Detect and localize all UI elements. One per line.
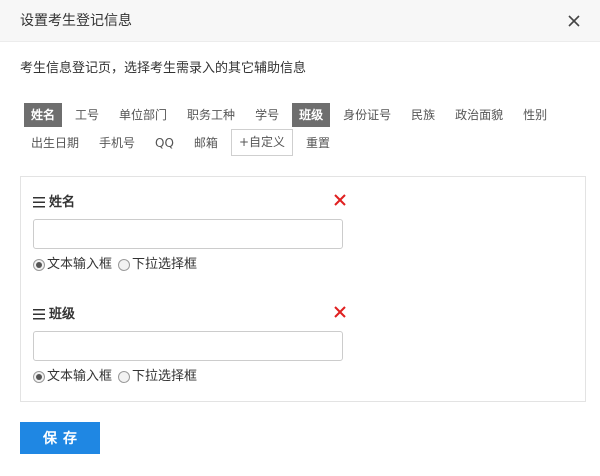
reset-tags-button[interactable]: 重置 xyxy=(299,131,337,155)
radio-checked-icon xyxy=(33,259,45,271)
tag-qq[interactable]: QQ xyxy=(148,131,181,155)
field-preview-input[interactable] xyxy=(33,331,343,361)
remove-icon xyxy=(334,194,346,206)
tag-name[interactable]: 姓名 xyxy=(24,103,63,127)
dialog-header: 设置考生登记信息 xyxy=(0,0,600,42)
field-header: 姓名 xyxy=(33,191,353,215)
save-button[interactable]: 保存 xyxy=(20,422,100,454)
radio-dropdown-select[interactable]: 下拉选择框 xyxy=(118,367,197,387)
tag-department[interactable]: 单位部门 xyxy=(112,103,174,127)
drag-handle-icon[interactable] xyxy=(33,309,45,320)
radio-label: 文本输入框 xyxy=(47,369,113,384)
add-custom-tag-button[interactable]: +自定义 xyxy=(230,129,293,156)
field-item: 姓名 文本输入框 下拉选择框 xyxy=(33,191,353,272)
tag-gender[interactable]: 性别 xyxy=(516,103,554,127)
field-tag-row-2: 出生日期 手机号 QQ 邮箱 +自定义 重置 xyxy=(24,129,343,156)
radio-text-input[interactable]: 文本输入框 xyxy=(33,255,112,275)
tag-ethnicity[interactable]: 民族 xyxy=(404,103,442,127)
tag-employee-id[interactable]: 工号 xyxy=(68,103,106,127)
input-type-options: 文本输入框 下拉选择框 xyxy=(33,255,203,275)
close-button[interactable] xyxy=(562,9,586,33)
field-header: 班级 xyxy=(33,303,353,327)
tag-student-id[interactable]: 学号 xyxy=(248,103,286,127)
tag-email[interactable]: 邮箱 xyxy=(187,131,225,155)
tag-id-number[interactable]: 身份证号 xyxy=(336,103,398,127)
drag-handle-icon[interactable] xyxy=(33,197,45,208)
tag-birth-date[interactable]: 出生日期 xyxy=(24,131,86,155)
radio-unchecked-icon xyxy=(118,259,131,271)
radio-dropdown-select[interactable]: 下拉选择框 xyxy=(118,255,197,275)
page-description: 考生信息登记页，选择考生需录入的其它辅助信息 xyxy=(20,61,307,76)
radio-label: 下拉选择框 xyxy=(132,369,198,384)
radio-text-input[interactable]: 文本输入框 xyxy=(33,367,112,387)
tag-class[interactable]: 班级 xyxy=(292,103,331,127)
radio-unchecked-icon xyxy=(118,371,131,383)
radio-checked-icon xyxy=(33,371,45,383)
remove-icon xyxy=(334,306,346,318)
radio-label: 下拉选择框 xyxy=(132,257,198,272)
selected-fields-panel: 姓名 文本输入框 下拉选择框 班级 文本输入框 下拉选择框 xyxy=(20,176,586,402)
dialog-title: 设置考生登记信息 xyxy=(20,13,132,29)
input-type-options: 文本输入框 下拉选择框 xyxy=(33,367,203,387)
tag-phone[interactable]: 手机号 xyxy=(92,131,142,155)
tag-job-title[interactable]: 职务工种 xyxy=(180,103,242,127)
field-tag-row-1: 姓名 工号 单位部门 职务工种 学号 班级 身份证号 民族 政治面貌 性别 xyxy=(24,103,560,127)
field-item: 班级 文本输入框 下拉选择框 xyxy=(33,303,353,384)
radio-label: 文本输入框 xyxy=(47,257,113,272)
tag-political-status[interactable]: 政治面貌 xyxy=(448,103,510,127)
field-label: 姓名 xyxy=(49,195,76,210)
field-preview-input[interactable] xyxy=(33,219,343,249)
close-icon xyxy=(568,15,580,27)
remove-field-button[interactable] xyxy=(333,193,347,207)
remove-field-button[interactable] xyxy=(333,305,347,319)
field-label: 班级 xyxy=(49,307,76,322)
